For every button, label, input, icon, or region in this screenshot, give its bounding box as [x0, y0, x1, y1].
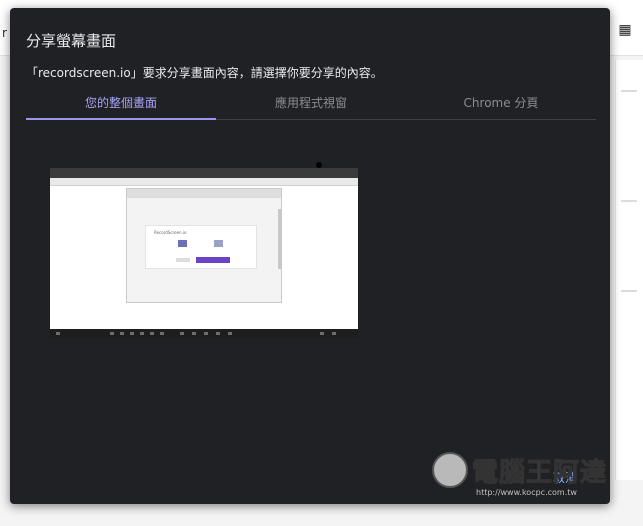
divider — [621, 200, 637, 202]
thumbnail-scrollbar — [278, 209, 281, 269]
thumbnail-cancel-button — [176, 258, 190, 262]
thumbnail-card-title: RecordScreen.io — [154, 230, 187, 235]
grid-icon[interactable]: ▦ — [615, 20, 635, 40]
background-glyph: r — [2, 26, 7, 40]
thumbnail-titlebar — [50, 168, 358, 178]
divider — [621, 290, 637, 292]
thumbnail-taskbar — [50, 329, 358, 338]
tab-entire-screen[interactable]: 您的整個畫面 — [26, 90, 216, 120]
dialog-subtitle: 「recordscreen.io」要求分享畫面內容，請選擇你要分享的內容。 — [26, 66, 383, 80]
thumbnail-browser-window: RecordScreen.io — [126, 188, 282, 303]
monitor-icon — [214, 240, 223, 247]
thumbnail-card: RecordScreen.io — [145, 225, 257, 269]
background-side-panel — [615, 60, 643, 480]
monitor-icon — [178, 240, 187, 247]
screen-thumbnail[interactable]: RecordScreen.io — [50, 168, 358, 338]
thumbnail-window-bar — [127, 189, 281, 198]
divider — [621, 90, 637, 92]
thumbnail-indicator-dot — [316, 162, 322, 168]
tab-chrome-tab[interactable]: Chrome 分頁 — [406, 90, 596, 119]
dialog-title: 分享螢幕畫面 — [26, 32, 117, 50]
thumbnail-start-button — [196, 257, 230, 263]
share-tabs: 您的整個畫面 應用程式視窗 Chrome 分頁 — [26, 90, 596, 120]
tab-application-window[interactable]: 應用程式視窗 — [216, 90, 406, 119]
thumbnail-toolbar — [50, 178, 358, 186]
cancel-button[interactable]: 取消 — [546, 466, 584, 488]
share-screen-dialog: 分享螢幕畫面 「recordscreen.io」要求分享畫面內容，請選擇你要分享… — [10, 8, 610, 504]
